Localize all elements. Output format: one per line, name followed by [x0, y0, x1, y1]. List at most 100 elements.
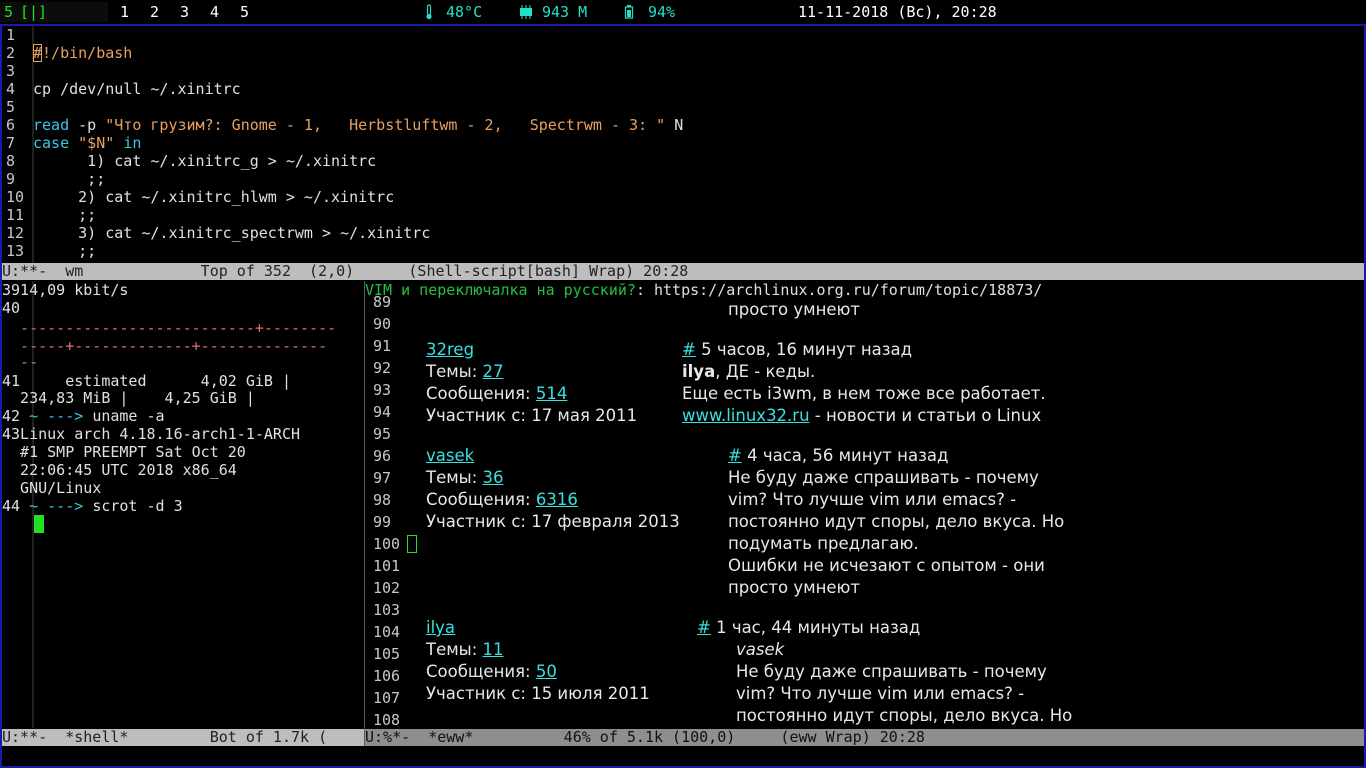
post-time: 5 часов, 16 минут назад	[695, 340, 913, 359]
code-token: in	[123, 134, 142, 152]
post-quote: постоянно идут споры, дело вкуса. Но	[736, 706, 1073, 725]
editor-modeline[interactable]: U:**- wm Top of 352 (2,0) (Shell-script[…	[2, 263, 1364, 280]
code-line[interactable]: 1	[6, 26, 33, 44]
code-line[interactable]: 2 #!/bin/bash	[6, 44, 132, 62]
post-anchor-link[interactable]: #	[682, 340, 696, 359]
line-number: 89	[373, 293, 392, 311]
line-number: 94	[373, 403, 392, 421]
member-since: Участник с: 15 июля 2011	[426, 684, 650, 703]
line-number: 9	[6, 170, 16, 188]
terminal-line: --	[2, 353, 38, 371]
terminal-line: 22:06:45 UTC 2018 x86_64	[2, 461, 237, 479]
terminal-line: --------------------------+--------	[2, 319, 336, 337]
post-time: 1 час, 44 минуты назад	[710, 618, 921, 637]
eww-header: VIM и переключалка на русский?: https://…	[365, 281, 1042, 299]
post-author-link[interactable]: ilya	[426, 617, 455, 639]
code-line[interactable]: 3	[6, 62, 33, 80]
line-number: 96	[373, 447, 392, 465]
code-token: ;;	[33, 206, 97, 224]
eww-page-url[interactable]: : https://archlinux.org.ru/forum/topic/1…	[636, 281, 1042, 299]
shell-prompt: ~ --->	[20, 497, 93, 515]
post-mention: ilya	[682, 362, 716, 381]
post-anchor-link[interactable]: #	[728, 446, 742, 465]
terminal-text: 234,83 MiB | 4,25 GiB |	[2, 389, 255, 407]
topics-count-link[interactable]: 11	[483, 640, 504, 659]
eww-pane[interactable]: VIM и переключалка на русский?: https://…	[365, 281, 1364, 728]
line-number: 4	[6, 80, 16, 98]
post-text: просто умнеют	[728, 578, 861, 597]
memory-usage: 943 M	[542, 3, 588, 21]
line-number: 102	[373, 579, 401, 597]
workspace-5[interactable]: 5	[240, 0, 249, 24]
signature-link[interactable]: www.linux32.ru	[682, 406, 810, 425]
code-line[interactable]: 11 ;;	[6, 206, 96, 224]
topics-label: Темы:	[426, 640, 483, 659]
terminal-line: 44 ~ ---> scrot -d 3	[2, 497, 183, 515]
post-quote: vim? Что лучше vim или emacs? -	[736, 684, 1025, 703]
line-number: 107	[373, 689, 401, 707]
messages-count-link[interactable]: 514	[536, 384, 568, 403]
shell-pane[interactable]: 3914,09 kbit/s 40 -----------------------…	[2, 281, 364, 728]
workspace-1[interactable]: 1	[120, 0, 129, 24]
workspace-4[interactable]: 4	[210, 0, 219, 24]
code-line[interactable]: 13 ;;	[6, 242, 96, 260]
status-bar: 5 [|] 1 2 3 4 5 48°C 943 M 94% 11-11-201…	[0, 0, 1366, 26]
post-author-link[interactable]: vasek	[426, 445, 474, 467]
terminal-text: 22:06:45 UTC 2018 x86_64	[2, 461, 237, 479]
messages-label: Сообщения:	[426, 490, 536, 509]
line-number: 97	[373, 469, 392, 487]
editor-pane[interactable]: 1 2 #!/bin/bash 3 4 cp /dev/null ~/.xinitrc 5 6…	[2, 26, 1364, 263]
line-number: 100	[373, 535, 401, 553]
line-number: 95	[373, 425, 392, 443]
line-number: 2	[6, 44, 16, 62]
messages-label: Сообщения:	[426, 662, 536, 681]
code-token: "$N"	[78, 134, 115, 152]
post-text: Не буду даже спрашивать - почему	[728, 468, 1039, 487]
topics-count-link[interactable]: 27	[483, 362, 504, 381]
terminal-line: 41 estimated 4,02 GiB |	[2, 372, 291, 390]
line-number: 106	[373, 667, 401, 685]
terminal-text: --	[2, 353, 39, 371]
terminal-line: #1 SMP PREEMPT Sat Oct 20	[2, 443, 246, 461]
thermometer-icon	[424, 0, 434, 24]
eww-modeline[interactable]: U:%*- *eww* 46% of 5.1k (100,0) (eww Wra…	[365, 729, 1364, 746]
line-number: 6	[6, 116, 16, 134]
post-text: vim? Что лучше vim или emacs? -	[728, 490, 1017, 509]
messages-count-link[interactable]: 50	[536, 662, 557, 681]
post-text: постоянно идут споры, дело вкуса. Но	[728, 512, 1065, 531]
line-number: 12	[6, 224, 25, 242]
code-line[interactable]: 9 ;;	[6, 170, 105, 188]
code-token: #!/bin/bash	[33, 44, 133, 62]
terminal-text: 41 estimated 4,02 GiB |	[2, 372, 291, 390]
post-author-link[interactable]: 32reg	[426, 339, 474, 361]
shell-modeline[interactable]: U:**- *shell* Bot of 1.7k (	[2, 729, 364, 746]
code-line[interactable]: 7 case "$N" in	[6, 134, 141, 152]
code-line[interactable]: 10 2) cat ~/.xinitrc_hlwm > ~/.xinitrc	[6, 188, 394, 206]
code-line[interactable]: 5	[6, 98, 33, 116]
terminal-line: 234,83 MiB | 4,25 GiB |	[2, 389, 255, 407]
post-text: Еще есть i3wm, в нем тоже все работает.	[682, 384, 1046, 403]
code-line[interactable]: 8 1) cat ~/.xinitrc_g > ~/.xinitrc	[6, 152, 376, 170]
clock: 11-11-2018 (Вс), 20:28	[798, 3, 997, 21]
terminal-line: -----+-------------+--------------	[2, 337, 327, 355]
code-token: ;;	[33, 170, 106, 188]
code-line[interactable]: 4 cp /dev/null ~/.xinitrc	[6, 80, 241, 98]
terminal-line: 43Linux arch 4.18.16-arch1-1-ARCH	[2, 425, 300, 443]
post-text: просто умнеют	[728, 300, 861, 319]
workspace-2[interactable]: 2	[150, 0, 159, 24]
layout-indicator[interactable]: [|]	[20, 0, 47, 24]
code-token: case	[33, 134, 70, 152]
line-number: 99	[373, 513, 392, 531]
signature-text: - новости и статьи о Linux	[809, 406, 1042, 425]
member-since: Участник с: 17 мая 2011	[426, 406, 638, 425]
post-anchor-link[interactable]: #	[697, 618, 711, 637]
code-line[interactable]: 6 read -p "Что грузим?: Gnome - 1, Herbst…	[6, 116, 683, 134]
post-text: Ошибки не исчезают с опытом - они	[728, 556, 1045, 575]
battery-level: 94%	[648, 3, 676, 21]
line-number: 93	[373, 381, 392, 399]
topics-count-link[interactable]: 36	[483, 468, 504, 487]
code-line[interactable]: 12 3) cat ~/.xinitrc_spectrwm > ~/.xinit…	[6, 224, 430, 242]
workspace-3[interactable]: 3	[180, 0, 189, 24]
messages-count-link[interactable]: 6316	[536, 490, 578, 509]
